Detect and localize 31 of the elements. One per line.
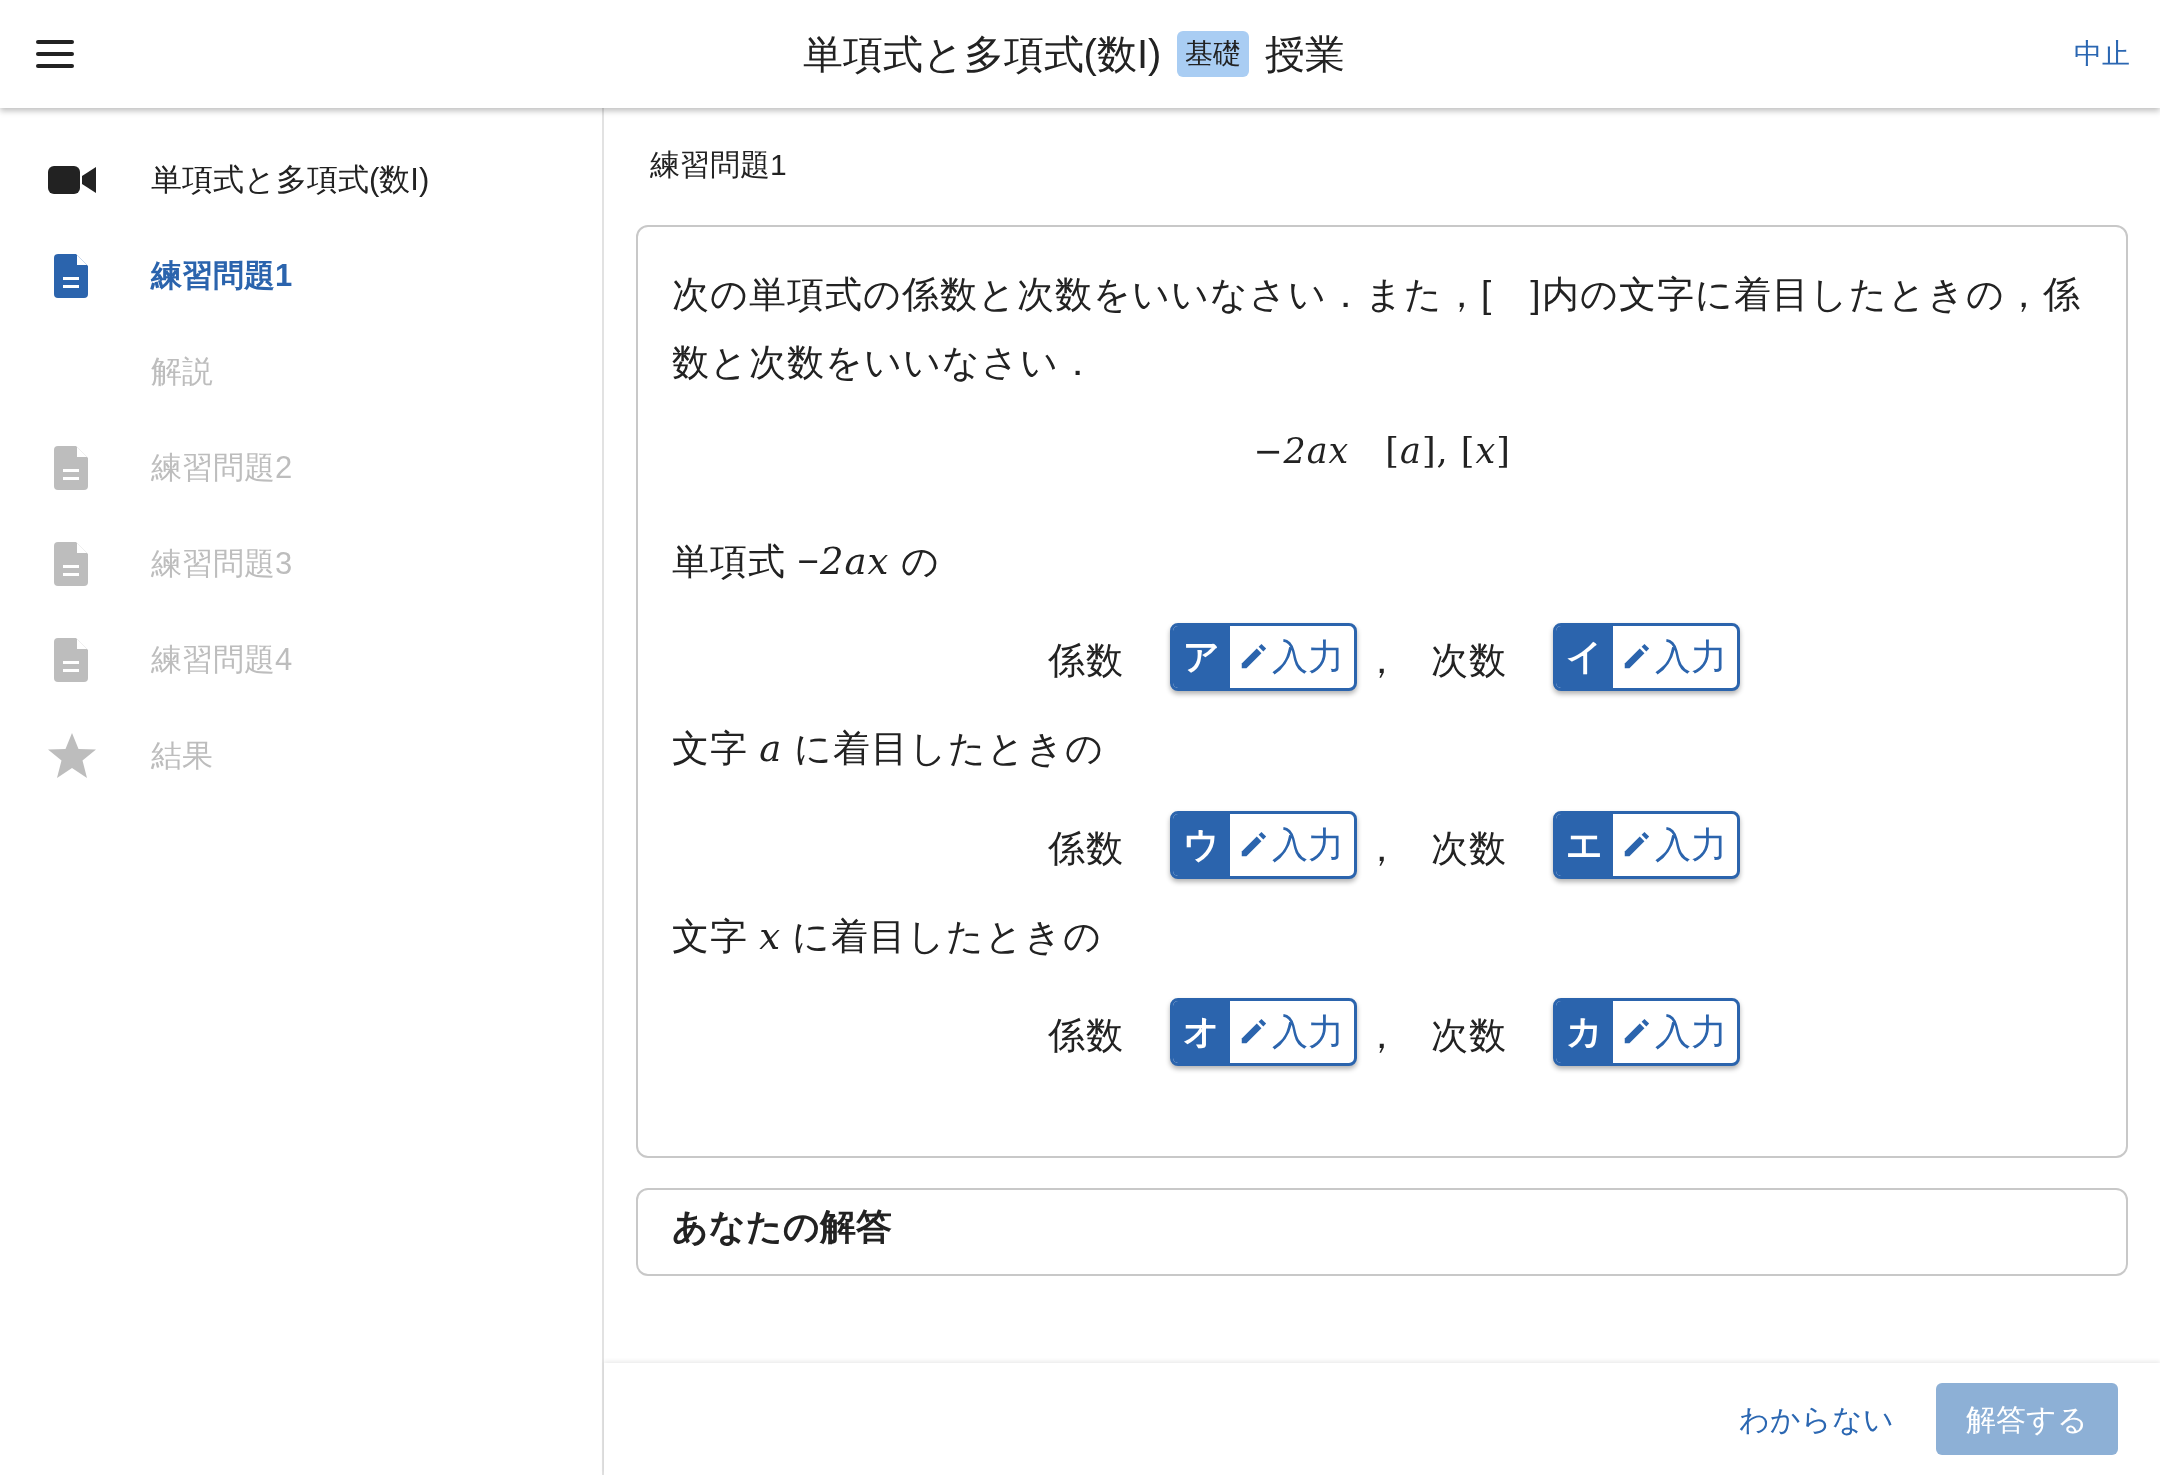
answer-input-button[interactable]: イ 入力: [1553, 623, 1740, 691]
math-expression: −2ax [a], [x]: [1252, 430, 1512, 473]
answer-input-button[interactable]: カ 入力: [1553, 998, 1740, 1066]
field-label: 係数: [1048, 826, 1124, 871]
part-heading: 文字 x に着目したときの: [672, 913, 1104, 960]
sidebar-item[interactable]: 練習問題1: [0, 228, 602, 324]
field-label: 係数: [1048, 1014, 1124, 1059]
question-text: 次の単項式の係数と次数をいいなさい．また，[ ]内の文字に着目したときの，係数と次数をいいなさい．: [672, 273, 2082, 385]
sidebar-item[interactable]: 単項式と多項式(数I): [0, 132, 602, 228]
field-label: 次数: [1431, 1014, 1507, 1059]
menu-button[interactable]: [36, 38, 74, 70]
field-label: 次数: [1431, 639, 1507, 684]
answer-input-button[interactable]: オ 入力: [1170, 998, 1357, 1066]
answer-input-button[interactable]: ア 入力: [1170, 623, 1357, 691]
part-heading: 単項式 −2ax の: [672, 538, 941, 585]
page-title: 単項式と多項式(数I): [802, 31, 1162, 78]
comma: ，: [1363, 1014, 1401, 1059]
dont-know-link[interactable]: わからない: [1739, 1396, 1894, 1442]
level-badge: 基礎: [1177, 31, 1250, 77]
exercise-title: 練習問題1: [649, 147, 788, 183]
part-heading: 文字 a に着目したときの: [672, 726, 1105, 772]
stop-link[interactable]: 中止: [2074, 33, 2130, 75]
field-label: 次数: [1431, 826, 1507, 871]
comma: ，: [1363, 639, 1401, 684]
answer-input-button[interactable]: エ 入力: [1553, 810, 1740, 879]
lesson-label: 授業: [1265, 31, 1346, 78]
field-label: 係数: [1048, 639, 1124, 684]
answer-input-button[interactable]: ウ 入力: [1170, 810, 1357, 879]
menu-icon: [36, 38, 74, 70]
answer-title: あなたの解答: [672, 1205, 893, 1249]
comma: ，: [1363, 826, 1401, 871]
